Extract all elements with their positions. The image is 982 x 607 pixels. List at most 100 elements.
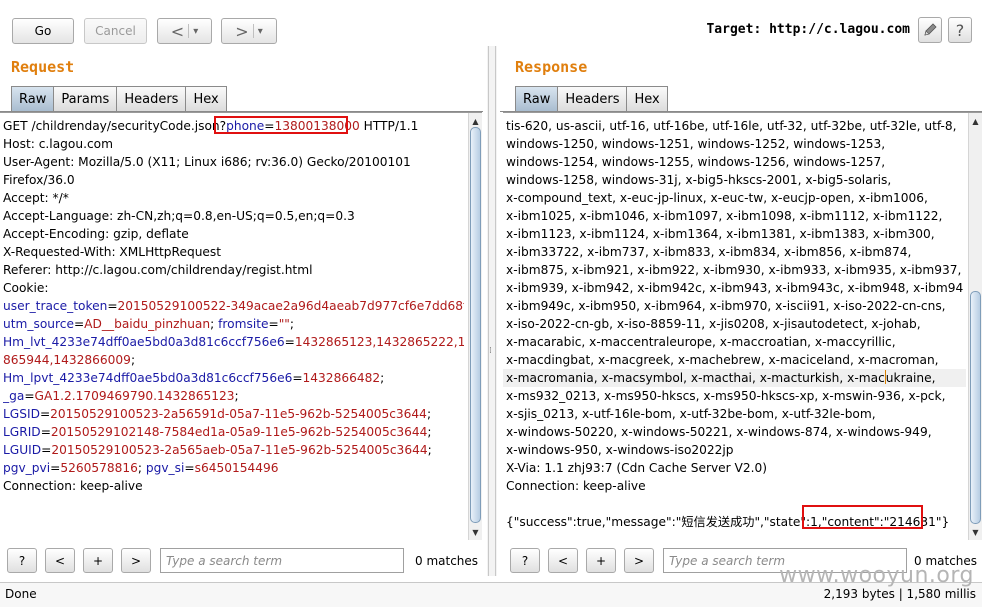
text-line: {"success":true,"message":"短信发送成功","stat…: [506, 513, 964, 531]
back-dropdown-icon[interactable]: ▾: [193, 26, 198, 37]
search-prev-button[interactable]: <: [548, 548, 578, 573]
text-segment: Connection: keep-alive: [3, 479, 143, 493]
search-next-button[interactable]: >: [121, 548, 151, 573]
text-segment: Host: c.lagou.com: [3, 137, 113, 151]
param-name: _ga: [3, 389, 25, 403]
tab-params[interactable]: Params: [53, 86, 118, 111]
search-help-button[interactable]: ?: [510, 548, 540, 573]
search-help-button[interactable]: ?: [7, 548, 37, 573]
tab-raw[interactable]: Raw: [515, 86, 559, 111]
text-line: x-ibm875, x-ibm921, x-ibm922, x-ibm930, …: [506, 261, 964, 279]
search-options-button[interactable]: +: [586, 548, 616, 573]
response-text[interactable]: tis-620, us-ascii, utf-16, utf-16be, utf…: [506, 117, 964, 531]
response-editor[interactable]: tis-620, us-ascii, utf-16, utf-16be, utf…: [503, 112, 982, 540]
scroll-up-icon[interactable]: ▲: [969, 115, 982, 127]
text-segment: =: [284, 335, 295, 349]
text-line: x-ibm949c, x-ibm950, x-ibm964, x-ibm970,…: [506, 297, 964, 315]
forward-arrow-icon: >: [235, 21, 249, 41]
param-name: LGUID: [3, 443, 42, 457]
text-line: [506, 495, 964, 513]
request-tabs: Raw Params Headers Hex: [11, 86, 227, 111]
text-segment: User-Agent: Mozilla/5.0 (X11; Linux i686…: [3, 155, 411, 169]
text-line: Hm_lpvt_4233e74dff0ae5bd0a3d81c6ccf756e6…: [3, 369, 464, 387]
search-next-button[interactable]: >: [624, 548, 654, 573]
scroll-up-icon[interactable]: ▲: [469, 115, 482, 127]
text-segment: x-macromania, x-macsymbol, x-macthai, x-…: [506, 370, 936, 385]
text-line: x-windows-950, x-windows-iso2022jp: [506, 441, 964, 459]
text-segment: x-ms932_0213, x-ms950-hkscs, x-ms950-hks…: [506, 389, 946, 403]
search-input[interactable]: [160, 548, 404, 573]
scroll-thumb[interactable]: [970, 291, 981, 524]
search-prev-button[interactable]: <: [45, 548, 75, 573]
text-segment: HTTP/1.1: [359, 119, 419, 133]
status-text: Done: [5, 587, 37, 601]
text-line: LGSID=20150529100523-2a56591d-05a7-11e5-…: [3, 405, 464, 423]
text-line: X-Requested-With: XMLHttpRequest: [3, 243, 464, 261]
text-segment: x-macarabic, x-maccentraleurope, x-maccr…: [506, 335, 896, 349]
response-scrollbar[interactable]: ▲ ▼: [968, 113, 982, 540]
match-count: 0 matches: [415, 554, 479, 568]
request-title: Request: [11, 58, 75, 76]
divider-line: [488, 46, 489, 576]
text-line: x-iso-2022-cn-gb, x-iso-8859-11, x-jis02…: [506, 315, 964, 333]
split-pane-divider[interactable]: ⁞: [487, 46, 497, 576]
text-line: x-macarabic, x-maccentraleurope, x-maccr…: [506, 333, 964, 351]
text-line: Firefox/36.0: [3, 171, 464, 189]
cancel-button[interactable]: Cancel: [84, 18, 147, 44]
request-text[interactable]: GET /childrenday/securityCode.json?phone…: [3, 117, 464, 495]
forward-dropdown-icon[interactable]: ▾: [258, 26, 263, 37]
tab-raw[interactable]: Raw: [11, 86, 55, 111]
text-line: LGUID=20150529100523-2a565aeb-05a7-11e5-…: [3, 441, 464, 459]
back-arrow-icon: <: [170, 21, 185, 41]
pencil-icon: [924, 23, 937, 36]
text-line: Referer: http://c.lagou.com/childrenday/…: [3, 261, 464, 279]
text-segment: Accept: */*: [3, 191, 69, 205]
forward-button[interactable]: > ▾: [221, 18, 277, 44]
text-line: X-Via: 1.1 zhj93:7 (Cdn Cache Server V2.…: [506, 459, 964, 477]
text-segment: ;: [234, 389, 239, 403]
tab-hex[interactable]: Hex: [185, 86, 227, 111]
text-segment: ;: [137, 461, 146, 475]
text-segment: ;: [427, 443, 432, 457]
param-name: Hm_lvt_4233e74dff0ae5bd0a3d81c6ccf756e6: [3, 335, 285, 349]
help-button[interactable]: ?: [948, 17, 972, 43]
param-value: GA1.2.1709469790.1432865123: [34, 389, 235, 403]
text-line: Connection: keep-alive: [3, 477, 464, 495]
target-url: http://c.lagou.com: [769, 22, 910, 37]
text-segment: x-ibm33722, x-ibm737, x-ibm833, x-ibm834…: [506, 245, 912, 259]
param-name: phone: [226, 119, 265, 133]
edit-target-button[interactable]: [918, 17, 942, 43]
scroll-thumb[interactable]: [470, 127, 481, 523]
text-line: x-macromania, x-macsymbol, x-macthai, x-…: [506, 369, 964, 387]
param-value: 20150529100523-2a56591d-05a7-11e5-962b-5…: [50, 407, 427, 421]
text-segment: Firefox/36.0: [3, 173, 75, 187]
request-editor[interactable]: GET /childrenday/securityCode.json?phone…: [0, 112, 482, 540]
param-name: utm_source: [3, 317, 74, 331]
text-segment: ;: [130, 353, 136, 367]
text-line: Accept: */*: [3, 189, 464, 207]
text-segment: =: [39, 407, 51, 421]
go-button[interactable]: Go: [12, 18, 74, 44]
param-name: pgv_si: [145, 461, 185, 475]
request-scrollbar[interactable]: ▲ ▼: [468, 113, 482, 540]
back-button[interactable]: < ▾: [157, 18, 212, 44]
tab-headers[interactable]: Headers: [116, 86, 187, 111]
text-line: User-Agent: Mozilla/5.0 (X11; Linux i686…: [3, 153, 464, 171]
tab-hex[interactable]: Hex: [626, 86, 668, 111]
text-segment: X-Via: 1.1 zhj93:7 (Cdn Cache Server V2.…: [506, 461, 768, 475]
text-segment: Connection: keep-alive: [506, 479, 646, 493]
text-line: x-ms932_0213, x-ms950-hkscs, x-ms950-hks…: [506, 387, 964, 405]
param-value: AD__baidu_pinzhuan: [84, 317, 211, 331]
text-segment: ;: [426, 407, 432, 421]
text-line: Accept-Language: zh-CN,zh;q=0.8,en-US;q=…: [3, 207, 464, 225]
text-segment: =: [268, 317, 279, 331]
text-segment: =: [40, 425, 51, 439]
tab-headers[interactable]: Headers: [557, 86, 628, 111]
scroll-down-icon[interactable]: ▼: [469, 526, 482, 538]
search-options-button[interactable]: +: [83, 548, 113, 573]
text-line: 865944,1432866009;: [3, 351, 464, 369]
scroll-down-icon[interactable]: ▼: [969, 526, 982, 538]
text-segment: Referer: http://c.lagou.com/childrenday/…: [3, 263, 313, 277]
text-line: x-macdingbat, x-macgreek, x-machebrew, x…: [506, 351, 964, 369]
text-segment: Cookie:: [3, 281, 49, 295]
